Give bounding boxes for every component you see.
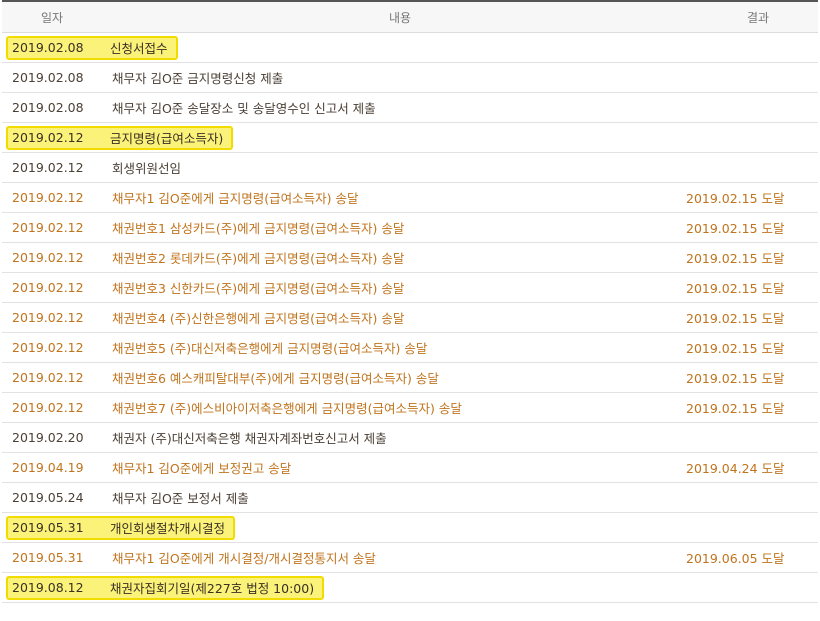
table-row: 2019.02.08 채무자 김O준 금지명령신청 제출 [2,63,818,93]
row-date: 2019.02.12 [12,220,84,235]
row-result: 2019.02.15 도달 [686,281,785,296]
row-content: 회생위원선임 [112,161,182,176]
row-result: 2019.04.24 도달 [686,461,785,476]
row-result: 2019.06.05 도달 [686,551,785,566]
case-progress-table: 일자 내용 결과 2019.02.08 신청서접수 2019.02.08 채무자… [2,0,818,621]
row-content: 채권번호6 예스캐피탈대부(주)에게 금지명령(급여소득자) 송달 [112,371,439,386]
table-row: 2019.02.08 신청서접수 [2,33,818,63]
highlight-mark: 2019.02.12 금지명령(급여소득자) [6,125,234,150]
highlight-mark: 2019.08.12 채권자집회기일(제227호 법정 10:00) [6,575,325,600]
row-content: 채권번호1 삼성카드(주)에게 금지명령(급여소득자) 송달 [112,221,405,236]
table-row: 2019.05.24 채무자 김O준 보정서 제출 [2,483,818,513]
table-row: 2019.02.12 채권번호4 (주)신한은행에게 금지명령(급여소득자) 송… [2,303,818,333]
row-result: 2019.02.15 도달 [686,311,785,326]
table-row: 2019.02.12 채권번호6 예스캐피탈대부(주)에게 금지명령(급여소득자… [2,363,818,393]
table-row: 2019.08.12 채권자집회기일(제227호 법정 10:00) [2,573,818,603]
row-date: 2019.02.08 [12,100,84,115]
row-date: 2019.02.12 [12,130,84,145]
row-date: 2019.02.08 [12,70,84,85]
row-result: 2019.02.15 도달 [686,371,785,386]
row-content: 채무자 김O준 보정서 제출 [112,491,249,506]
row-date: 2019.02.12 [12,310,84,325]
table-row: 2019.05.31 채무자1 김O준에게 개시결정/개시결정통지서 송달 20… [2,543,818,573]
table-row: 2019.02.08 채무자 김O준 송달장소 및 송달영수인 신고서 제출 [2,93,818,123]
highlight-mark: 2019.02.08 신청서접수 [6,35,178,60]
row-result: 2019.02.15 도달 [686,341,785,356]
row-date: 2019.02.08 [12,40,84,55]
table-header: 일자 내용 결과 [2,2,818,33]
table-row: 2019.04.19 채무자1 김O준에게 보정권고 송달 2019.04.24… [2,453,818,483]
table-row: 2019.02.12 채권번호3 신한카드(주)에게 금지명령(급여소득자) 송… [2,273,818,303]
table-row: 2019.02.12 채권번호2 롯데카드(주)에게 금지명령(급여소득자) 송… [2,243,818,273]
header-result: 결과 [746,10,770,25]
row-content: 채권번호5 (주)대신저축은행에게 금지명령(급여소득자) 송달 [112,341,428,356]
row-content: 채무자 김O준 송달장소 및 송달영수인 신고서 제출 [112,101,376,116]
row-date: 2019.02.20 [12,430,84,445]
table-row: 2019.05.31 개인회생절차개시결정 [2,513,818,543]
row-content: 채권자집회기일(제227호 법정 10:00) [110,581,315,596]
row-result: 2019.02.15 도달 [686,191,785,206]
row-result: 2019.02.15 도달 [686,251,785,266]
row-date: 2019.02.12 [12,190,84,205]
highlight-mark: 2019.05.31 개인회생절차개시결정 [6,515,236,540]
row-content: 개인회생절차개시결정 [110,521,226,536]
row-content: 채무자1 김O준에게 금지명령(급여소득자) 송달 [112,191,359,206]
row-date: 2019.02.12 [12,160,84,175]
row-content: 채무자1 김O준에게 개시결정/개시결정통지서 송달 [112,551,376,566]
row-content: 채권번호7 (주)에스비아이저축은행에게 금지명령(급여소득자) 송달 [112,401,462,416]
row-date: 2019.08.12 [12,580,84,595]
row-result: 2019.02.15 도달 [686,221,785,236]
row-date: 2019.04.19 [12,460,84,475]
row-result: 2019.02.15 도달 [686,401,785,416]
row-content: 채권번호3 신한카드(주)에게 금지명령(급여소득자) 송달 [112,281,405,296]
table-row: 2019.02.20 채권자 (주)대신저축은행 채권자계좌번호신고서 제출 [2,423,818,453]
row-content: 채무자 김O준 금지명령신청 제출 [112,71,284,86]
table-row: 2019.02.12 금지명령(급여소득자) [2,123,818,153]
row-date: 2019.02.12 [12,280,84,295]
row-date: 2019.02.12 [12,340,84,355]
table-row: 2019.02.12 채권번호1 삼성카드(주)에게 금지명령(급여소득자) 송… [2,213,818,243]
row-date: 2019.05.31 [12,550,84,565]
row-date: 2019.05.24 [12,490,84,505]
header-content: 내용 [388,10,412,25]
row-content: 금지명령(급여소득자) [110,131,224,146]
row-content: 채권번호4 (주)신한은행에게 금지명령(급여소득자) 송달 [112,311,405,326]
row-date: 2019.02.12 [12,250,84,265]
row-content: 신청서접수 [110,41,168,56]
row-content: 채권자 (주)대신저축은행 채권자계좌번호신고서 제출 [112,431,387,446]
row-content: 채권번호2 롯데카드(주)에게 금지명령(급여소득자) 송달 [112,251,405,266]
table-row: 2019.02.12 채권번호7 (주)에스비아이저축은행에게 금지명령(급여소… [2,393,818,423]
row-content: 채무자1 김O준에게 보정권고 송달 [112,461,292,476]
table-row: 2019.02.12 회생위원선임 [2,153,818,183]
table-row: 2019.02.12 채무자1 김O준에게 금지명령(급여소득자) 송달 201… [2,183,818,213]
row-date: 2019.02.12 [12,370,84,385]
row-date: 2019.05.31 [12,520,84,535]
header-date: 일자 [40,10,64,25]
row-date: 2019.02.12 [12,400,84,415]
table-row: 2019.02.12 채권번호5 (주)대신저축은행에게 금지명령(급여소득자)… [2,333,818,363]
